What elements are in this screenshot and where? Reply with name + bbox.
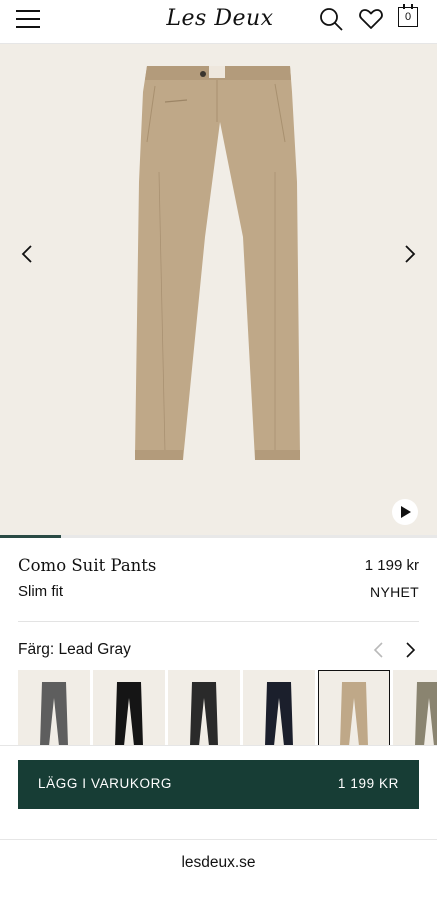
product-fit: Slim fit [18,583,63,600]
swatch-pants-image [340,682,368,746]
gallery-progress-bar [0,535,437,538]
product-name: Como Suit Pants [18,556,157,575]
color-swatch[interactable] [93,670,165,746]
swatch-pants-image [40,682,68,746]
cart-count: 0 [398,4,418,27]
divider [18,621,419,622]
swatch-next-chevron-icon[interactable] [401,640,419,660]
product-price: 1 199 kr [364,557,419,574]
swatch-pants-image [415,682,437,746]
color-swatch[interactable] [168,670,240,746]
hamburger-menu-icon[interactable] [16,8,42,30]
play-video-icon[interactable] [392,499,418,525]
shopping-bag-icon[interactable]: 0 [398,4,420,29]
color-swatch[interactable] [318,670,390,746]
product-image-gallery[interactable] [0,44,437,538]
swatch-pants-image [115,682,143,746]
color-swatch[interactable] [393,670,437,746]
sticky-bottom-bar: LÄGG I VARUKORG 1 199 KR lesdeux.se [0,745,437,900]
color-swatch[interactable] [18,670,90,746]
color-swatch-list [18,670,437,746]
swatch-pants-image [265,682,293,746]
gallery-progress-fill [0,535,62,538]
color-swatch[interactable] [243,670,315,746]
brand-logo[interactable]: Les Deux [150,6,290,31]
search-icon[interactable] [318,6,344,32]
chevron-left-icon[interactable] [16,242,40,266]
swatch-prev-chevron-icon[interactable] [370,640,388,660]
header: Les Deux 0 [0,0,437,44]
add-to-cart-label: LÄGG I VARUKORG [38,776,173,791]
product-image [135,66,300,460]
heart-icon[interactable] [358,6,384,32]
chevron-right-icon[interactable] [397,242,421,266]
color-label: Färg: Lead Gray [18,641,131,658]
site-url[interactable]: lesdeux.se [0,854,437,872]
divider [0,839,437,840]
add-to-cart-button[interactable]: LÄGG I VARUKORG 1 199 KR [18,760,419,809]
new-badge: NYHET [370,584,419,600]
add-to-cart-price: 1 199 KR [337,776,399,791]
swatch-pants-image [190,682,218,746]
